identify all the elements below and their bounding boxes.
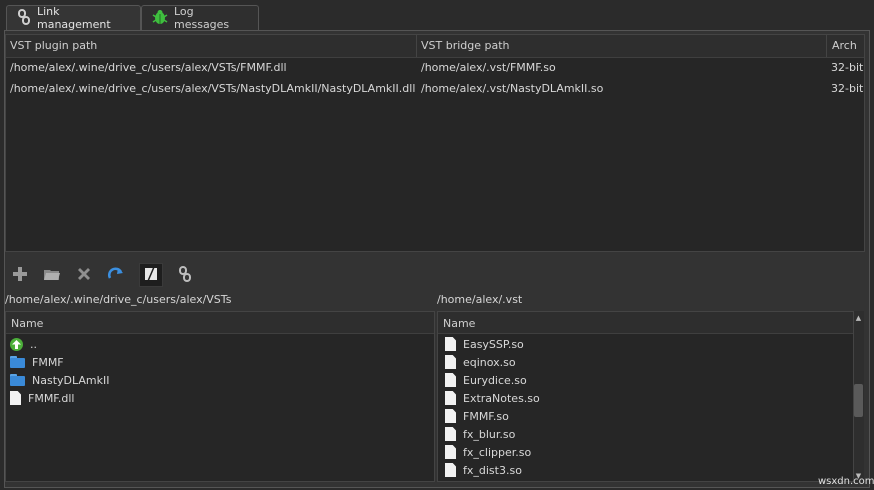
column-header-plugin-path[interactable]: VST plugin path [10, 39, 97, 52]
cell-arch: 32-bit [831, 82, 864, 95]
bug-icon [152, 9, 168, 28]
list-item[interactable]: fx_dist3.so [445, 461, 522, 479]
file-icon [445, 355, 456, 369]
file-icon [445, 445, 456, 459]
item-label: .. [30, 337, 37, 351]
item-label: eqinox.so [463, 355, 516, 369]
delete-button[interactable] [72, 263, 96, 287]
refresh-icon [107, 266, 125, 285]
open-folder-icon [43, 266, 61, 285]
list-item[interactable]: fx_clipper.so [445, 443, 531, 461]
open-folder-button[interactable] [40, 263, 64, 287]
item-label: fx_blur.so [463, 427, 516, 441]
tab-label: Log messages [174, 5, 230, 31]
file-icon [445, 373, 456, 387]
list-item[interactable]: EasySSP.so [445, 335, 524, 353]
tab-label: Link management [37, 5, 111, 31]
cell-plugin-path: /home/alex/.wine/drive_c/users/alex/VSTs… [10, 61, 287, 74]
add-button[interactable] [8, 263, 32, 287]
table-row[interactable]: /home/alex/.wine/drive_c/users/alex/VSTs… [6, 79, 864, 99]
list-item[interactable]: FMMF.so [445, 407, 509, 425]
right-file-list[interactable]: Name EasySSP.so eqinox.so Eurydice.so Ex… [437, 311, 854, 482]
file-icon [445, 427, 456, 441]
cell-plugin-path: /home/alex/.wine/drive_c/users/alex/VSTs… [10, 82, 416, 95]
column-header-label: Name [443, 317, 476, 330]
list-item[interactable]: eqinox.so [445, 353, 516, 371]
file-icon [10, 391, 21, 405]
refresh-button[interactable] [104, 263, 128, 287]
link-table[interactable]: VST plugin path VST bridge path Arch /ho… [5, 34, 865, 252]
item-label: fx_dist3.so [463, 463, 522, 477]
name-column-header[interactable]: Name [6, 312, 434, 334]
list-item[interactable]: fx_blur.so [445, 425, 515, 443]
cell-arch: 32-bit [831, 61, 864, 74]
name-column-header[interactable]: Name [438, 312, 853, 334]
link-icon [178, 265, 192, 285]
right-path-label: /home/alex/.vst [437, 293, 523, 306]
cell-bridge-path: /home/alex/.vst/FMMF.so [421, 61, 556, 74]
table-row[interactable]: /home/alex/.wine/drive_c/users/alex/VSTs… [6, 58, 864, 78]
column-divider[interactable] [416, 35, 417, 57]
scrollbar-thumb[interactable] [854, 384, 863, 417]
file-icon [445, 391, 456, 405]
edit-toggle-button[interactable] [139, 263, 163, 287]
item-label: FMMF.dll [28, 391, 75, 405]
tab-log-messages[interactable]: Log messages [141, 5, 259, 31]
add-icon [12, 266, 28, 285]
folder-icon [10, 374, 25, 386]
item-label: EasySSP.so [463, 337, 524, 351]
folder-icon [10, 356, 25, 368]
list-item[interactable]: FMMF.dll [10, 389, 74, 407]
column-header-label: Name [11, 317, 44, 330]
up-arrow-icon [10, 337, 23, 351]
link-icon [17, 8, 31, 28]
column-header-bridge-path[interactable]: VST bridge path [421, 39, 510, 52]
list-item[interactable]: ExtraNotes.so [445, 389, 540, 407]
item-label: Eurydice.so [463, 373, 527, 387]
file-icon [445, 463, 456, 477]
item-label: FMMF.so [463, 409, 509, 423]
cell-bridge-path: /home/alex/.vst/NastyDLAmkII.so [421, 82, 604, 95]
item-label: NastyDLAmkII [32, 373, 110, 387]
file-icon [445, 337, 456, 351]
link-button[interactable] [173, 263, 197, 287]
item-label: fx_clipper.so [463, 445, 532, 459]
table-header: VST plugin path VST bridge path Arch [6, 35, 864, 58]
item-label: FMMF [32, 355, 64, 369]
delete-icon [76, 266, 92, 285]
list-item[interactable]: .. [10, 335, 37, 353]
list-item[interactable]: NastyDLAmkII [10, 371, 109, 389]
column-divider[interactable] [826, 35, 827, 57]
edit-icon [143, 266, 159, 285]
column-header-arch[interactable]: Arch [832, 39, 857, 52]
watermark: wsxdn.com [818, 476, 874, 487]
left-file-list[interactable]: Name .. FMMF NastyDLAmkII FMMF.dll [5, 311, 435, 482]
item-label: ExtraNotes.so [463, 391, 540, 405]
file-icon [445, 409, 456, 423]
list-item[interactable]: Eurydice.so [445, 371, 527, 389]
tab-link-management[interactable]: Link management [6, 5, 141, 31]
list-item[interactable]: FMMF [10, 353, 64, 371]
left-path-label: /home/alex/.wine/drive_c/users/alex/VSTs [5, 293, 232, 306]
scroll-up-arrow-icon[interactable]: ▲ [853, 313, 864, 323]
